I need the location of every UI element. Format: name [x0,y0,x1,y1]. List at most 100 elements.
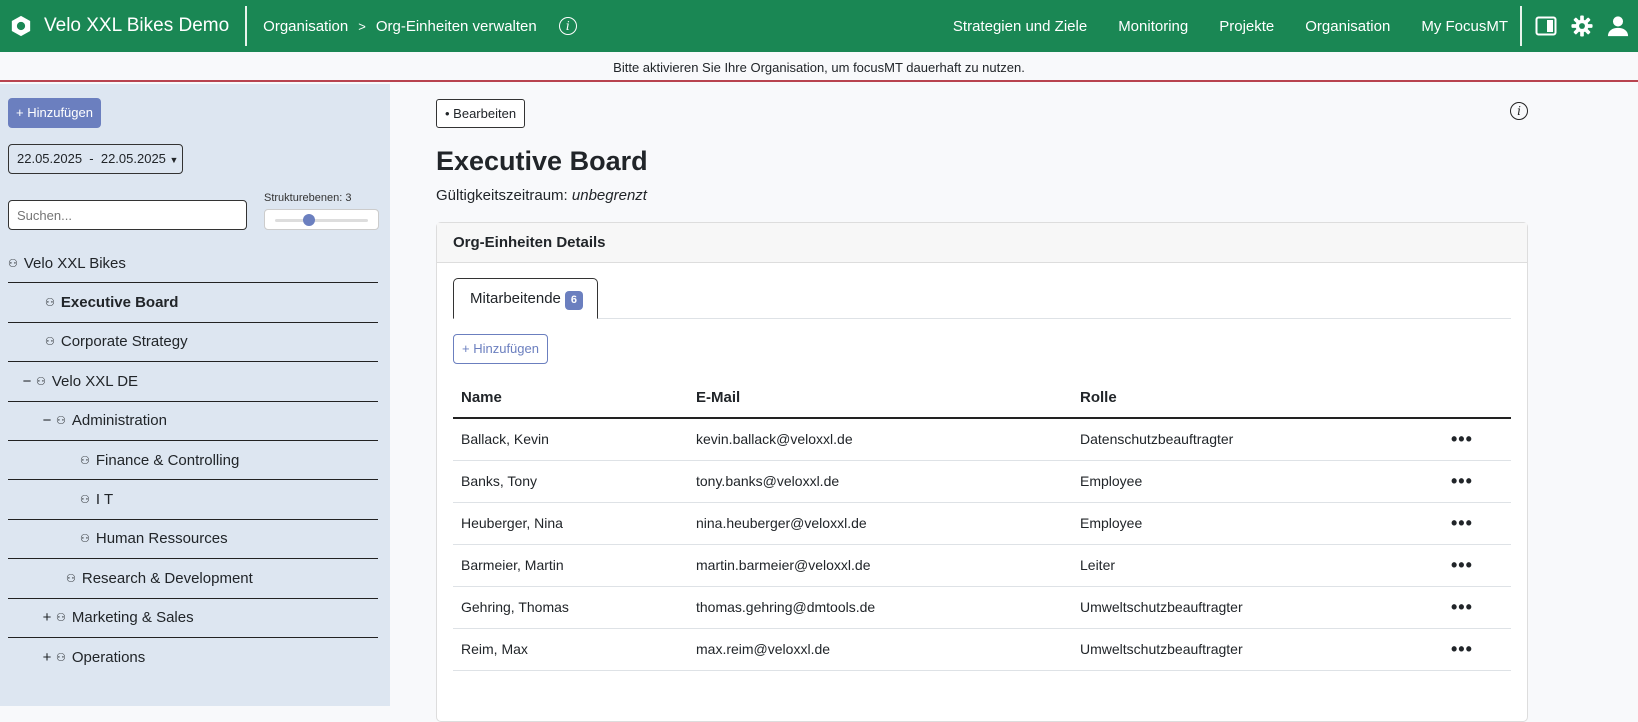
user-icon[interactable] [1606,14,1630,38]
tree-item-label: Research & Development [81,569,253,587]
row-menu-icon[interactable]: ••• [1443,586,1511,629]
tree-item[interactable]: ⚇ Human Ressources [8,520,378,560]
app-title: Velo XXL Bikes Demo [44,15,230,36]
top-navbar: Velo XXL Bikes Demo Organisation > Org-E… [0,0,1638,52]
tree-item[interactable]: + ⚇ Operations [8,638,378,677]
divider [245,6,248,46]
collapse-icon[interactable]: − [20,373,34,390]
tree-item-label: Velo XXL Bikes [23,254,126,272]
table-row: Heuberger, Nina nina.heuberger@veloxxl.de… [453,502,1511,545]
divider [1520,6,1522,46]
tree-item[interactable]: − ⚇ Velo XXL DE [8,362,378,402]
table-row: Reim, Max max.reim@veloxxl.de Umweltschutz… [453,628,1511,671]
row-menu-icon[interactable]: ••• [1443,460,1511,503]
info-icon[interactable]: i [558,17,577,35]
expand-icon[interactable]: + [40,609,54,626]
employees-table: Name E-Mail Rolle Ballack, Kevin kevin.ba… [453,377,1511,671]
column-header-role: Rolle [1072,377,1443,419]
column-header-name: Name [453,377,688,419]
caret-down-icon: ▼ [169,155,179,165]
org-unit-icon: ⚇ [80,494,90,507]
tree-item[interactable]: ⚇ Executive Board [8,283,378,323]
sidebar: + Hinzufügen 22.05.2025 - 22.05.2025 ▼ S… [0,84,390,706]
activation-notice: Bitte aktivieren Sie Ihre Organisation, … [0,52,1638,82]
tree-item[interactable]: + ⚇ Marketing & Sales [8,599,378,638]
org-unit-icon: ⚇ [56,415,66,428]
sidebar-toggle-icon[interactable] [1534,14,1558,38]
cell-role: Employee [1072,460,1443,503]
cell-name: Reim, Max [453,628,688,671]
org-unit-icon: ⚇ [45,336,55,349]
gear-icon[interactable] [1570,14,1594,38]
tab-label: Mitarbeitende [470,290,561,307]
row-menu-icon[interactable]: ••• [1443,628,1511,671]
edit-button[interactable]: • Bearbeiten [436,99,526,128]
cell-email: thomas.gehring@dmtools.de [688,586,1072,629]
app-logo[interactable]: Velo XXL Bikes Demo [10,15,229,37]
main-content: • Bearbeiten i Executive Board Gültigkei… [390,84,1638,722]
tree-item[interactable]: ⚇ I T [8,480,378,520]
tree-item-label: Human Ressources [95,530,228,548]
date-range-dropdown[interactable]: 22.05.2025 - 22.05.2025 ▼ [8,144,183,174]
structure-levels-label: Strukturebenen: 3 [264,192,352,204]
date-range-value: 22.05.2025 - 22.05.2025 [17,151,166,166]
tree-item[interactable]: − ⚇ Administration [8,402,378,441]
main-nav: Strategien und Ziele Monitoring Projekte… [922,6,1638,46]
table-row: Barmeier, Martin martin.barmeier@veloxxl.… [453,544,1511,587]
tree-item[interactable]: ⚇ Corporate Strategy [8,323,378,363]
org-unit-icon: ⚇ [80,533,90,546]
org-tree: ⚇ Velo XXL Bikes ⚇ Executive Board ⚇ Corporat… [8,244,378,677]
hexagon-logo-icon [11,15,31,37]
table-row: Gehring, Thomas thomas.gehring@dmtools.de… [453,586,1511,629]
nav-organisation[interactable]: Organisation [1305,18,1390,35]
cell-role: Umweltschutzbeauftragter [1072,628,1443,671]
validity-label: Gültigkeitszeitraum: [436,187,568,204]
cell-name: Barmeier, Martin [453,544,688,587]
cell-name: Gehring, Thomas [453,586,688,629]
cell-email: kevin.ballack@veloxxl.de [688,418,1072,461]
tree-item-label: Finance & Controlling [95,451,240,469]
add-org-unit-button[interactable]: + Hinzufügen [8,98,101,128]
breadcrumb: Organisation > Org-Einheiten verwalten i [263,17,577,35]
nav-projekte[interactable]: Projekte [1219,18,1274,35]
table-row: Ballack, Kevin kevin.ballack@veloxxl.de Da… [453,418,1511,461]
collapse-icon[interactable]: − [40,412,54,429]
tree-item-label: Corporate Strategy [60,333,188,351]
nav-my-focusmt[interactable]: My FocusMT [1421,18,1508,35]
org-unit-icon: ⚇ [45,297,55,310]
table-row: Banks, Tony tony.banks@veloxxl.de Employee… [453,460,1511,503]
row-menu-icon[interactable]: ••• [1443,544,1511,587]
search-input[interactable] [8,200,247,230]
cell-role: Leiter [1072,544,1443,587]
structure-levels-slider[interactable] [264,209,379,230]
card-title: Org-Einheiten Details [437,223,1527,263]
nav-monitoring[interactable]: Monitoring [1118,18,1188,35]
tree-item-label: Velo XXL DE [51,372,139,390]
column-header-actions [1443,377,1511,419]
org-unit-icon: ⚇ [56,612,66,625]
tree-item-label: I T [95,491,114,509]
add-employee-button[interactable]: + Hinzufügen [453,334,548,364]
tree-item[interactable]: ⚇ Finance & Controlling [8,441,378,481]
tree-item-label: Marketing & Sales [71,609,194,627]
info-icon[interactable]: i [1510,102,1528,120]
row-menu-icon[interactable]: ••• [1443,418,1511,461]
expand-icon[interactable]: + [40,649,54,666]
cell-name: Banks, Tony [453,460,688,503]
tree-item-label: Administration [71,412,167,430]
org-unit-icon: ⚇ [66,572,76,585]
tree-item[interactable]: ⚇ Research & Development [8,559,378,599]
tab-mitarbeitende[interactable]: Mitarbeitende 6 [453,278,599,319]
breadcrumb-organisation[interactable]: Organisation [263,18,348,35]
breadcrumb-separator: > [358,18,366,34]
cell-email: max.reim@veloxxl.de [688,628,1072,671]
breadcrumb-current: Org-Einheiten verwalten [375,17,537,35]
validity-period: Gültigkeitszeitraum: unbegrenzt [436,187,647,204]
row-menu-icon[interactable]: ••• [1443,502,1511,545]
details-card: Org-Einheiten Details Mitarbeitende 6 + H… [436,222,1528,722]
slider-thumb[interactable] [303,214,315,226]
cell-email: nina.heuberger@veloxxl.de [688,502,1072,545]
org-unit-icon: ⚇ [56,652,66,665]
tree-item[interactable]: ⚇ Velo XXL Bikes [8,244,378,284]
nav-strategien[interactable]: Strategien und Ziele [953,18,1087,35]
